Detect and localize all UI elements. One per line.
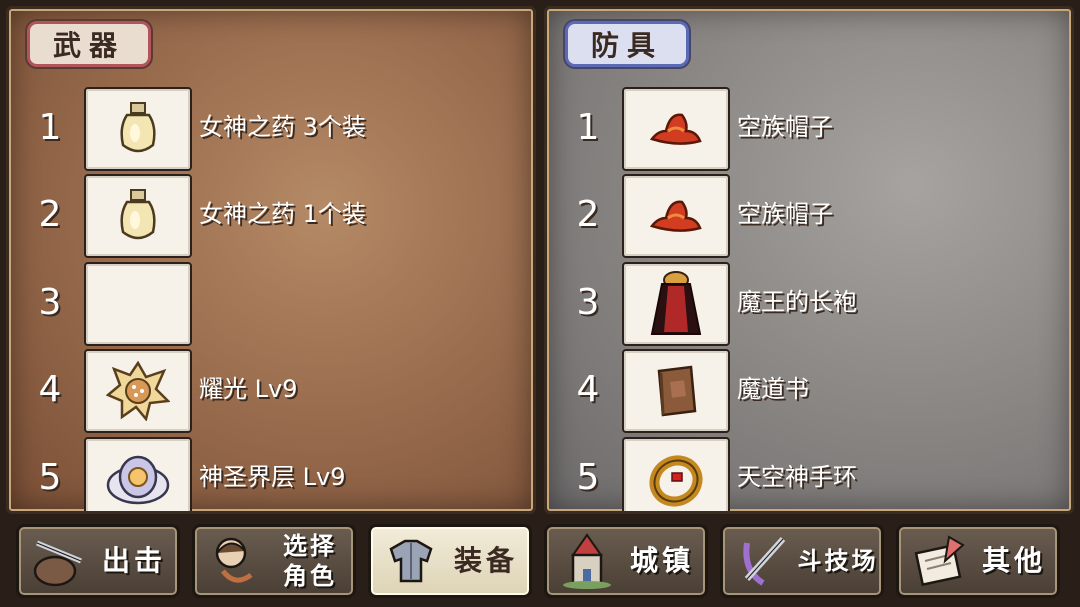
slot-number: 1 [576,107,600,148]
item-name: 魔王的长袍 [737,288,857,316]
town-button[interactable]: 城镇 [544,524,708,598]
other-label: 其他 [981,544,1046,577]
sword-pot-icon [27,529,91,593]
item-box[interactable] [622,349,730,433]
item-name: 空族帽子 [737,200,833,228]
character-icon [203,529,267,593]
potion-bottle-icon [120,189,156,240]
slot-number: 3 [38,282,62,323]
demon-robe-icon [650,271,702,335]
armor-slot-3[interactable]: 3 魔王的长袍 [547,262,1071,346]
slot-number: 1 [38,107,62,148]
weapon-slot-5[interactable]: 5 神圣界层 Lv9 [9,437,533,511]
item-name: 魔道书 [737,375,809,403]
armor-slot-1[interactable]: 1 空族帽子 [547,87,1071,171]
item-box-empty[interactable] [84,262,192,346]
item-box[interactable] [84,174,192,258]
bottom-navigation: 出击 选择 角色 装备 城镇 斗技场 其他 [0,518,1080,607]
slot-number: 2 [38,194,62,235]
castle-icon [555,529,619,593]
armor-slot-4[interactable]: 4 魔道书 [547,349,1071,433]
item-name: 神圣界层 Lv9 [199,463,346,491]
slot-number: 2 [576,194,600,235]
armor-slot-2[interactable]: 2 空族帽子 [547,174,1071,258]
item-name: 天空神手环 [737,463,857,491]
weapon-panel-title: 武器 [27,21,151,67]
item-box[interactable] [622,262,730,346]
red-hat-icon [649,113,702,145]
red-hat-icon [649,200,702,232]
item-box[interactable] [622,437,730,511]
weapon-panel: 武器 1 女神之药 3个装 2 女神之药 1个装 3 4 耀光 Lv9 5 神圣… [6,6,536,514]
gold-bracelet-icon [649,455,703,507]
item-box[interactable] [84,349,192,433]
item-box[interactable] [84,437,192,511]
radiant-shell-icon [106,361,170,421]
arena-button[interactable]: 斗技场 [720,524,884,598]
armor-slot-5[interactable]: 5 天空神手环 [547,437,1071,511]
slot-number: 3 [576,282,600,323]
armor-panel: 防具 1 空族帽子 2 空族帽子 3 魔王的长袍 4 魔道书 5 天空神手环 [544,6,1074,514]
arena-label: 斗技场 [797,547,879,575]
slot-number: 4 [38,369,62,410]
slot-number: 5 [38,457,62,498]
sortie-button[interactable]: 出击 [16,524,180,598]
scroll-quill-icon [907,529,971,593]
equipment-label: 装备 [453,544,518,577]
item-box[interactable] [622,174,730,258]
weapon-slot-4[interactable]: 4 耀光 Lv9 [9,349,533,433]
slot-number: 4 [576,369,600,410]
item-name: 女神之药 3个装 [199,113,366,141]
other-button[interactable]: 其他 [896,524,1060,598]
weapon-slot-2[interactable]: 2 女神之药 1个装 [9,174,533,258]
item-name: 耀光 Lv9 [199,375,298,403]
potion-bottle-icon [120,102,156,153]
sortie-label: 出击 [101,544,166,577]
item-name: 空族帽子 [737,113,833,141]
select-character-label: 选择 角色 [283,532,337,590]
weapon-slot-1[interactable]: 1 女神之药 3个装 [9,87,533,171]
item-box[interactable] [84,87,192,171]
holy-shield-icon [106,455,170,505]
equipment-button[interactable]: 装备 [368,524,532,598]
item-box[interactable] [622,87,730,171]
item-name: 女神之药 1个装 [199,200,366,228]
weapon-slot-3[interactable]: 3 [9,262,533,346]
crossed-swords-icon [731,529,795,593]
town-label: 城镇 [629,544,694,577]
armor-panel-title: 防具 [565,21,689,67]
armor-icon [379,529,443,593]
spellbook-icon [657,365,697,417]
select-character-button[interactable]: 选择 角色 [192,524,356,598]
slot-number: 5 [576,457,600,498]
